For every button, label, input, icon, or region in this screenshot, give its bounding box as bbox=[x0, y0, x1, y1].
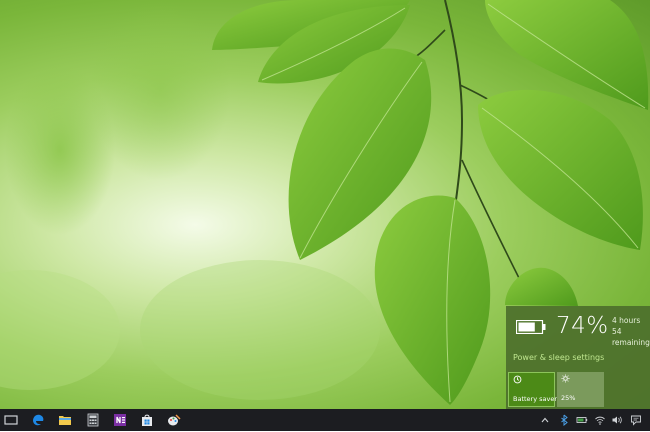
onenote-button[interactable] bbox=[112, 412, 128, 428]
brightness-label: 25% bbox=[561, 394, 576, 402]
battery-flyout: 74% 4 hours 54 remaining Power & sleep s… bbox=[506, 306, 650, 409]
paint-button[interactable] bbox=[166, 412, 182, 428]
volume-tray-button[interactable] bbox=[611, 414, 623, 426]
wifi-icon bbox=[595, 416, 605, 425]
store-icon bbox=[142, 414, 152, 426]
time-remaining-line2: remaining bbox=[612, 338, 650, 347]
battery-tray-button[interactable] bbox=[576, 414, 588, 426]
battery-icon bbox=[576, 417, 588, 423]
network-tray-button[interactable] bbox=[594, 414, 606, 426]
battery-saver-icon bbox=[513, 375, 522, 386]
calculator-button[interactable] bbox=[85, 412, 101, 428]
store-button[interactable] bbox=[139, 412, 155, 428]
taskbar bbox=[0, 409, 650, 431]
task-view-icon bbox=[4, 415, 18, 425]
brightness-icon bbox=[561, 374, 570, 385]
battery-level-fill bbox=[518, 322, 535, 332]
bluetooth-icon bbox=[561, 414, 568, 426]
battery-icon bbox=[516, 320, 546, 334]
edge-icon bbox=[33, 414, 44, 426]
chevron-up-icon bbox=[541, 417, 549, 423]
battery-saver-label: Battery saver bbox=[513, 395, 558, 403]
file-explorer-button[interactable] bbox=[57, 412, 73, 428]
task-view-button[interactable] bbox=[3, 412, 19, 428]
power-sleep-settings-link[interactable]: Power & sleep settings bbox=[513, 353, 604, 362]
paint-icon bbox=[168, 414, 181, 426]
action-center-button[interactable] bbox=[630, 414, 642, 426]
action-center-icon bbox=[631, 415, 641, 426]
onenote-icon bbox=[114, 414, 126, 426]
desktop-wallpaper: 74% 4 hours 54 remaining Power & sleep s… bbox=[0, 0, 650, 409]
file-explorer-icon bbox=[59, 416, 71, 425]
battery-percent: 74% bbox=[556, 313, 609, 339]
brightness-tile[interactable]: 25% bbox=[557, 372, 604, 407]
volume-icon bbox=[612, 416, 622, 424]
show-hidden-icons-button[interactable] bbox=[539, 414, 551, 426]
edge-button[interactable] bbox=[30, 412, 46, 428]
time-remaining-line1: 4 hours 54 bbox=[612, 316, 641, 336]
time-remaining: 4 hours 54 remaining bbox=[612, 315, 650, 348]
battery-saver-tile[interactable]: Battery saver bbox=[508, 372, 558, 407]
calculator-icon bbox=[87, 413, 99, 427]
bluetooth-tray-button[interactable] bbox=[558, 414, 570, 426]
